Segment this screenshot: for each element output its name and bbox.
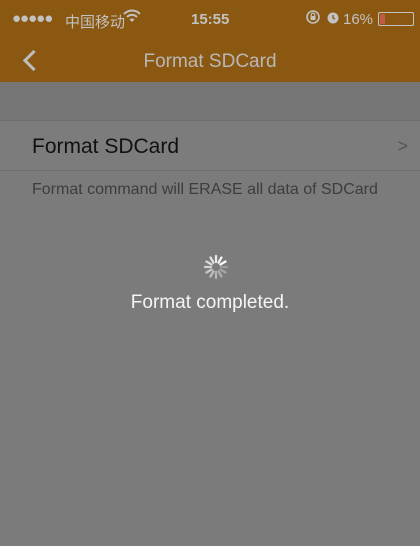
- format-status-message: Format completed.: [130, 292, 290, 313]
- navigation-bar: Format SDCard: [0, 40, 420, 82]
- spinner-spoke: [205, 268, 213, 274]
- section-spacer: [0, 82, 420, 120]
- battery-percent: 16%: [343, 11, 374, 28]
- signal-strength: ●●●●●: [12, 10, 53, 27]
- rotation-lock-icon: [305, 9, 321, 29]
- spinner-spoke: [217, 270, 223, 278]
- spinner-spoke: [209, 270, 215, 278]
- spinner-spoke: [209, 256, 215, 264]
- spinner-spoke: [219, 268, 227, 274]
- status-time: 15:55: [191, 11, 230, 28]
- format-description: Format command will ERASE all data of SD…: [32, 181, 378, 198]
- page-title: Format SDCard: [143, 51, 277, 72]
- chevron-right-icon: >: [397, 136, 408, 156]
- battery-icon: [378, 12, 414, 26]
- spinner-spoke: [217, 256, 223, 264]
- battery-level: [380, 14, 385, 24]
- alarm-icon: [326, 9, 340, 29]
- wifi-icon: [123, 8, 141, 28]
- spinner-spoke: [219, 260, 227, 266]
- carrier-name: 中国移动: [65, 14, 126, 31]
- format-sdcard-label: Format SDCard: [32, 135, 180, 158]
- format-sdcard-row[interactable]: Format SDCard >: [0, 120, 420, 171]
- spinner-icon: [203, 254, 229, 280]
- status-bar: ●●●●● 中国移动 15:55 16%: [0, 0, 420, 40]
- spinner-spoke: [205, 260, 213, 266]
